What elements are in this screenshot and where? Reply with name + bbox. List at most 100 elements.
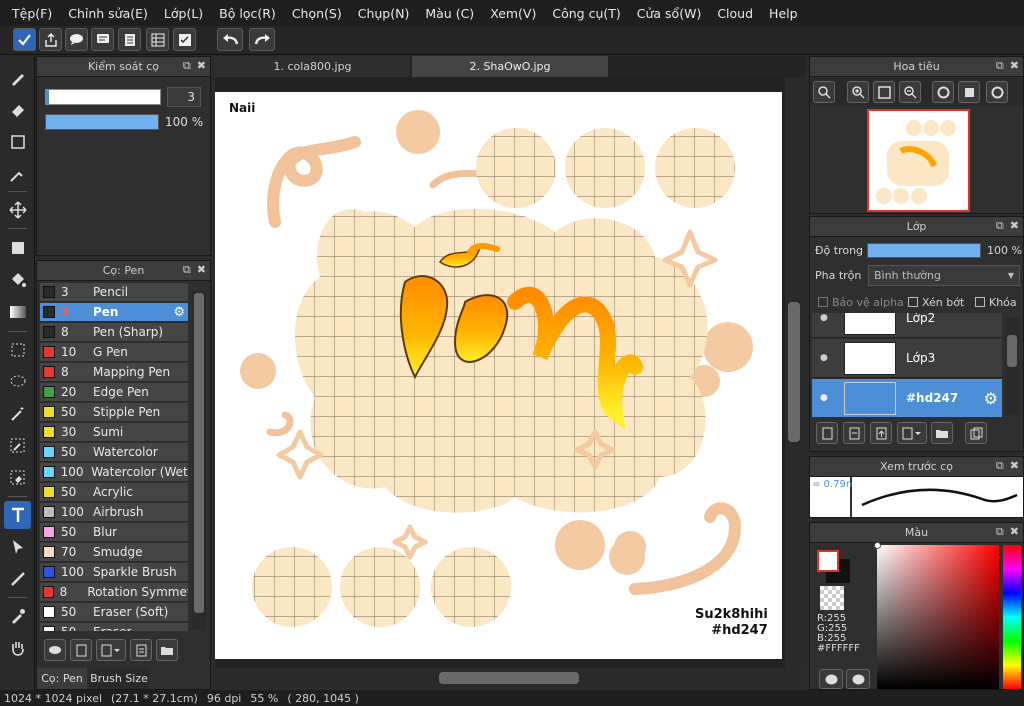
gear-icon[interactable]: ⚙ (984, 389, 998, 408)
brush-item[interactable]: 8 Pen (Sharp) (40, 323, 188, 342)
new-brush-button[interactable] (70, 639, 92, 661)
menu-edit[interactable]: Chỉnh sửa(E) (60, 6, 156, 21)
close-icon[interactable]: ✖ (1010, 525, 1019, 539)
share-button[interactable] (39, 28, 62, 51)
canvas-vertical-scrollbar[interactable] (785, 77, 803, 668)
menu-capture[interactable]: Chụp(N) (350, 6, 418, 21)
popout-icon[interactable]: ⧉ (996, 459, 1004, 473)
protect-alpha-checkbox[interactable]: Bảo vệ alpha (818, 296, 904, 309)
layer-row-2[interactable]: ● Lớp2 (812, 313, 1002, 338)
duplicate-layer-button[interactable] (965, 422, 987, 444)
popout-icon[interactable]: ⧉ (183, 59, 191, 73)
close-icon[interactable]: ✖ (1010, 219, 1019, 233)
hue-slider[interactable] (1003, 545, 1021, 689)
palette-button[interactable] (819, 669, 843, 689)
lasso-tool[interactable] (4, 368, 31, 396)
menu-tools[interactable]: Công cụ(T) (544, 6, 628, 21)
brush-item[interactable]: 50 Eraser (Soft) (40, 603, 188, 622)
menu-color[interactable]: Màu (C) (417, 6, 482, 21)
close-icon[interactable]: ✖ (197, 59, 206, 73)
menu-file[interactable]: Tệp(F) (4, 6, 60, 21)
artwork-canvas[interactable] (215, 77, 802, 668)
flip-button[interactable] (958, 81, 980, 103)
brush-folder-button[interactable] (156, 639, 178, 661)
tab-document-1[interactable]: 1. cola800.jpg (215, 56, 410, 77)
popout-icon[interactable]: ⧉ (996, 219, 1004, 233)
bucket-tool[interactable] (4, 266, 31, 294)
brush-item[interactable]: 70 Smudge (40, 543, 188, 562)
blend-mode-select[interactable]: Bình thường ▼ (868, 265, 1020, 286)
brush-item[interactable]: 100 Watercolor (Wet) (40, 463, 188, 482)
checklist-button[interactable] (173, 28, 196, 51)
document-button[interactable] (118, 28, 141, 51)
brush-item[interactable]: 100 Sparkle Brush (40, 563, 188, 582)
brush-item[interactable]: 50 Stipple Pen (40, 403, 188, 422)
brush-item[interactable]: 50 Acrylic (40, 483, 188, 502)
brush-menu-button[interactable] (96, 639, 126, 661)
fill-rect-tool[interactable] (4, 234, 31, 262)
layer-row-3[interactable]: ● Lớp3 (812, 339, 1002, 378)
brush-size-input[interactable]: 3 (167, 87, 201, 107)
brush-item[interactable]: 50Eraser (40, 623, 188, 631)
menu-help[interactable]: Help (761, 6, 806, 21)
magic-wand-tool[interactable] (4, 400, 31, 428)
line-tool[interactable] (4, 160, 31, 188)
canvas-horizontal-scrollbar[interactable] (215, 668, 802, 688)
select-pen-tool[interactable] (4, 432, 31, 460)
move-tool[interactable] (4, 196, 31, 224)
eye-icon[interactable]: ● (820, 393, 828, 403)
eyedropper-tool[interactable] (4, 602, 31, 630)
gradient-tool[interactable] (4, 298, 31, 326)
layer-list-scrollbar[interactable] (1005, 317, 1019, 415)
zoom-in-button[interactable] (847, 81, 869, 103)
zoom-out-button[interactable] (899, 81, 921, 103)
brush-item[interactable]: 50 Watercolor (40, 443, 188, 462)
layer-row-hd247[interactable]: ● #hd247 ⚙ (812, 379, 1002, 417)
tab-brush-list[interactable]: Cọ: Pen (37, 668, 87, 689)
brush-item[interactable]: 30 Sumi (40, 423, 188, 442)
menu-cloud[interactable]: Cloud (709, 6, 761, 21)
color-wheel-button[interactable] (846, 669, 870, 689)
brush-item[interactable]: 8 Rotation Symmetry (40, 583, 188, 602)
eraser-tool[interactable] (4, 96, 31, 124)
shape-tool[interactable] (4, 128, 31, 156)
close-icon[interactable]: ✖ (1010, 459, 1019, 473)
saturation-value-picker[interactable] (874, 542, 999, 689)
brush-list-scrollbar[interactable] (192, 291, 206, 629)
navigator-thumbnail[interactable] (867, 109, 970, 212)
popout-icon[interactable]: ⧉ (183, 263, 191, 277)
merge-layer-button[interactable] (870, 422, 892, 444)
menu-layer[interactable]: Lớp(L) (156, 6, 211, 21)
lock-checkbox[interactable]: Khóa (975, 296, 1017, 309)
canvas-area[interactable]: Naii Ổn Su2k8hihi #hd247 (215, 77, 802, 668)
brush-item[interactable]: 3 Pencil (40, 283, 188, 302)
eye-icon[interactable]: ● (820, 353, 828, 363)
brush-item[interactable]: 20 Edge Pen (40, 383, 188, 402)
gear-icon[interactable]: ⚙ (173, 305, 185, 320)
menu-filter[interactable]: Bộ lọc(R) (211, 6, 284, 21)
layer-opacity-slider[interactable] (867, 243, 981, 258)
message-button[interactable] (91, 28, 114, 51)
copy-layer-button[interactable] (843, 422, 865, 444)
foreground-color-swatch[interactable] (817, 550, 839, 572)
close-icon[interactable]: ✖ (1010, 59, 1019, 73)
menu-select[interactable]: Chọn(S) (284, 6, 350, 21)
popout-icon[interactable]: ⧉ (996, 59, 1004, 73)
menu-window[interactable]: Cửa sổ(W) (629, 6, 710, 21)
cloud-download-button[interactable] (44, 639, 66, 661)
new-layer-button[interactable] (816, 422, 838, 444)
comment-button[interactable] (65, 28, 88, 51)
select-eraser-tool[interactable] (4, 464, 31, 492)
brush-size-slider[interactable] (45, 89, 161, 105)
hand-tool[interactable] (4, 634, 31, 662)
eye-icon[interactable]: ● (820, 313, 828, 323)
brush-item[interactable]: 50 Blur (40, 523, 188, 542)
close-icon[interactable]: ✖ (197, 263, 206, 277)
transparent-color-swatch[interactable] (820, 586, 844, 610)
popout-icon[interactable]: ⧉ (996, 525, 1004, 539)
operation-tool[interactable] (4, 533, 31, 561)
brush-opacity-slider[interactable] (45, 114, 159, 130)
rotate-right-button[interactable] (986, 81, 1008, 103)
menu-view[interactable]: Xem(V) (482, 6, 544, 21)
tab-document-2[interactable]: 2. ShaOwO.jpg (412, 56, 608, 77)
